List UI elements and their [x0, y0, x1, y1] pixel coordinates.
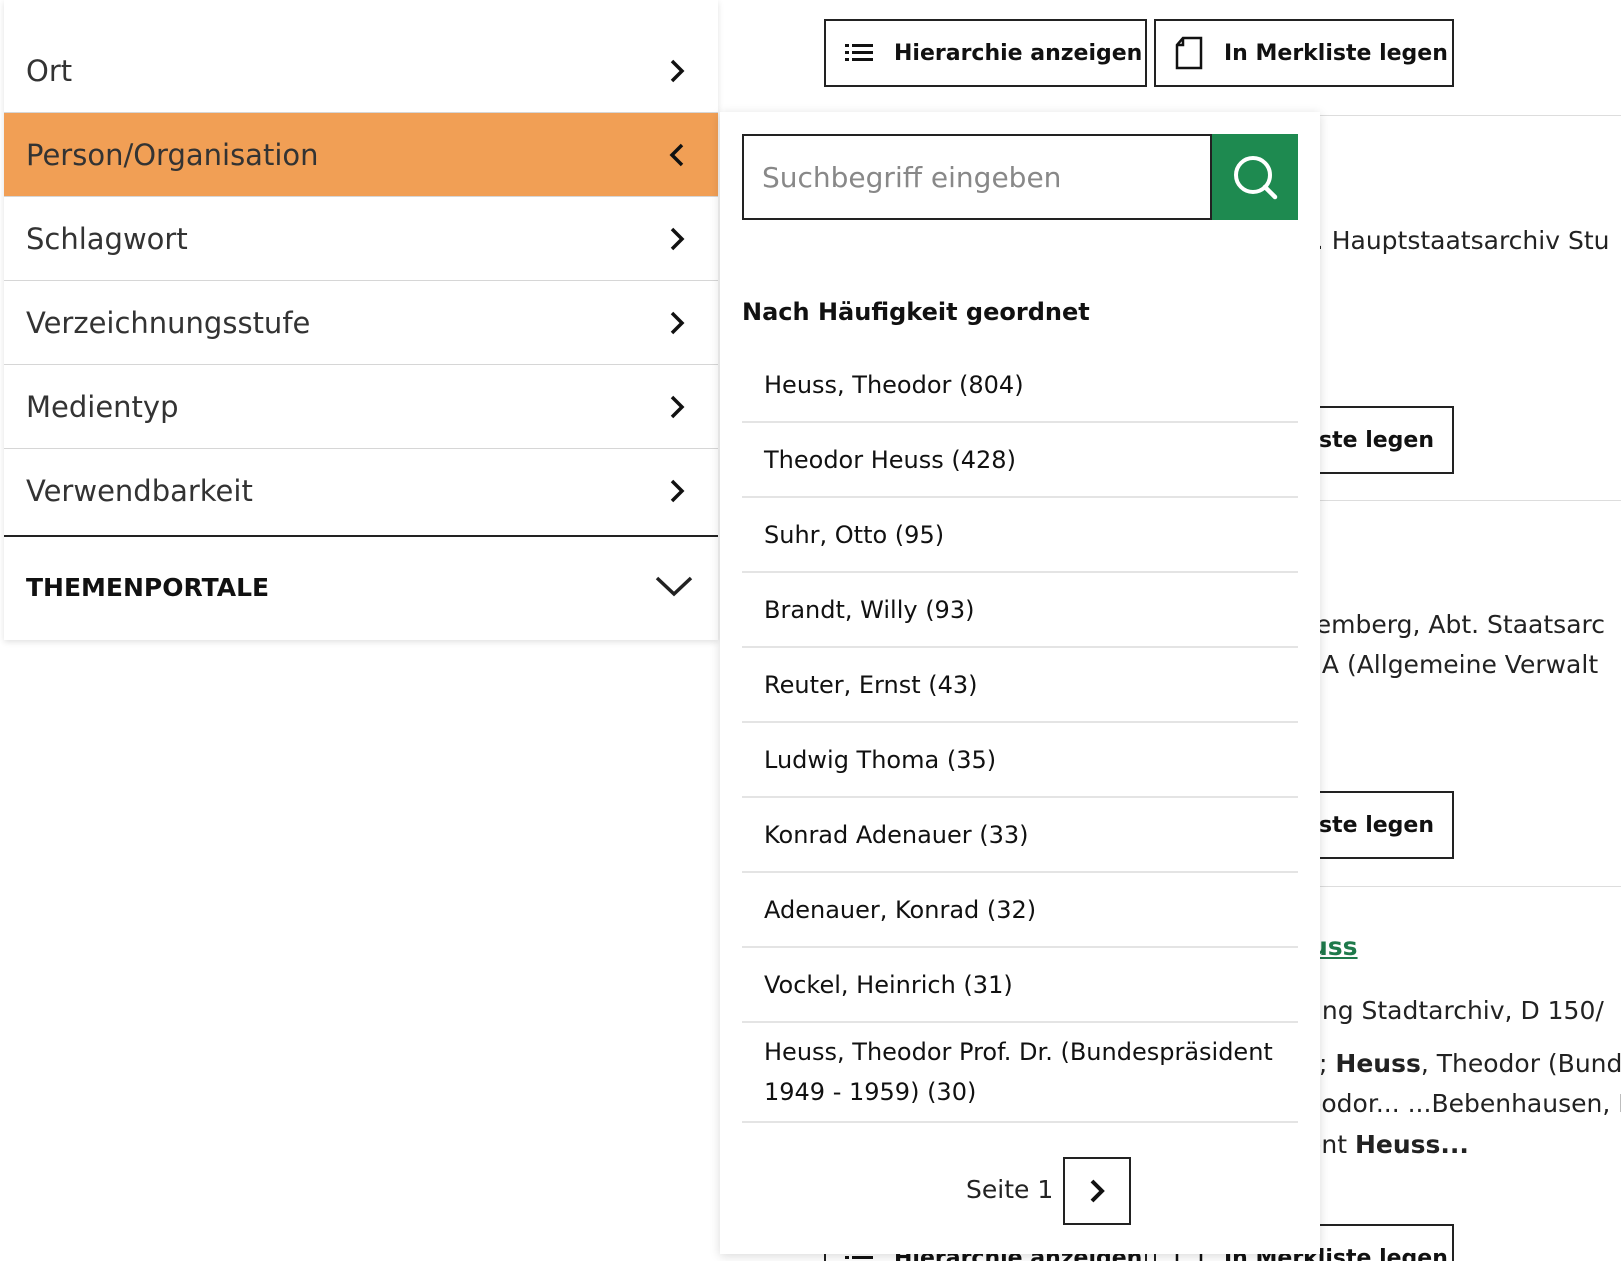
filter-panel: Ort Person/Organisation Schlagwort Verze… [4, 0, 718, 640]
sort-heading: Nach Häufigkeit geordnet [742, 298, 1090, 326]
snippet-highlight: Heuss [1335, 1049, 1421, 1078]
facet-verwendbarkeit[interactable]: Verwendbarkeit [4, 449, 718, 533]
result-1-source: t. Hauptstaatsarchiv Stu [1306, 226, 1610, 255]
facet-label: Person/Organisation [26, 137, 319, 172]
facet-search-input[interactable] [742, 134, 1212, 220]
facet-value-item[interactable]: Ludwig Thoma (35) [742, 723, 1298, 798]
chevron-right-icon [670, 311, 685, 335]
chevron-right-icon [670, 479, 685, 503]
facet-value-item[interactable]: Konrad Adenauer (33) [742, 798, 1298, 873]
facet-value-item[interactable]: Heuss, Theodor (804) [742, 348, 1298, 423]
chevron-down-icon [655, 576, 693, 597]
bookmark-button[interactable]: In Merkliste legen [1154, 19, 1454, 87]
page-label: Seite 1 [966, 1175, 1054, 1204]
snippet-highlight: Heuss... [1354, 1130, 1469, 1159]
facet-value-item[interactable]: Reuter, Ernst (43) [742, 648, 1298, 723]
hierarchy-button-label: Hierarchie anzeigen [894, 40, 1143, 66]
facet-person-organisation[interactable]: Person/Organisation [4, 113, 718, 197]
facet-value-item[interactable]: Vockel, Heinrich (31) [742, 948, 1298, 1023]
result-2-detail: . A (Allgemeine Verwalt [1306, 650, 1599, 679]
result-3-snippet-3: ent Heuss... [1306, 1130, 1469, 1159]
facet-value-item[interactable]: Heuss, Theodor Prof. Dr. (Bundespräsiden… [742, 1023, 1298, 1123]
divider [1280, 886, 1621, 887]
facet-ort[interactable]: Ort [4, 29, 718, 113]
themenportale-label: THEMENPORTALE [26, 572, 270, 602]
result-3-snippet-1: s; Heuss, Theodor (Bunde [1306, 1049, 1621, 1078]
result-3-source: ung Stadtarchiv, D 150/ [1306, 996, 1604, 1025]
result-2-bookmark-label: liste legen [1303, 812, 1434, 838]
chevron-right-icon [670, 59, 685, 83]
list-icon [842, 36, 876, 70]
next-page-button[interactable] [1063, 1157, 1131, 1225]
pagination: Seite 1 [720, 1157, 1320, 1225]
bookmark-button-label: In Merkliste legen [1224, 40, 1448, 66]
chevron-left-icon [669, 143, 684, 167]
facet-value-item[interactable]: Brandt, Willy (93) [742, 573, 1298, 648]
facet-value-list: Heuss, Theodor (804) Theodor Heuss (428)… [742, 348, 1298, 1123]
facet-label: Schlagwort [26, 221, 188, 256]
facet-schlagwort[interactable]: Schlagwort [4, 197, 718, 281]
facet-label: Verzeichnungsstufe [26, 305, 311, 340]
snippet-text: , Theodor (Bunde [1420, 1049, 1621, 1078]
search-icon [1234, 156, 1278, 200]
chevron-right-icon [670, 227, 685, 251]
facet-search-button[interactable] [1212, 134, 1298, 220]
facet-value-item[interactable]: Suhr, Otto (95) [742, 498, 1298, 573]
facet-value-item[interactable]: Adenauer, Konrad (32) [742, 873, 1298, 948]
facet-label: Ort [26, 53, 73, 88]
facet-value-item[interactable]: Theodor Heuss (428) [742, 423, 1298, 498]
chevron-right-icon [1090, 1179, 1105, 1203]
result-3-snippet-2: eodor... ...Bebenhausen, I [1306, 1089, 1621, 1118]
result-2-source: temberg, Abt. Staatsarc [1306, 610, 1605, 639]
divider [1280, 500, 1621, 501]
chevron-right-icon [670, 395, 685, 419]
bookmark-page-icon [1172, 36, 1206, 70]
hierarchy-button[interactable]: Hierarchie anzeigen [824, 19, 1147, 87]
result-1-bookmark-label: liste legen [1303, 427, 1434, 453]
facet-verzeichnungsstufe[interactable]: Verzeichnungsstufe [4, 281, 718, 365]
person-organisation-dropdown: Nach Häufigkeit geordnet Heuss, Theodor … [720, 112, 1320, 1254]
themenportale-toggle[interactable]: THEMENPORTALE [4, 535, 718, 637]
facet-medientyp[interactable]: Medientyp [4, 365, 718, 449]
facet-label: Verwendbarkeit [26, 474, 253, 508]
facet-label: Medientyp [26, 389, 179, 424]
